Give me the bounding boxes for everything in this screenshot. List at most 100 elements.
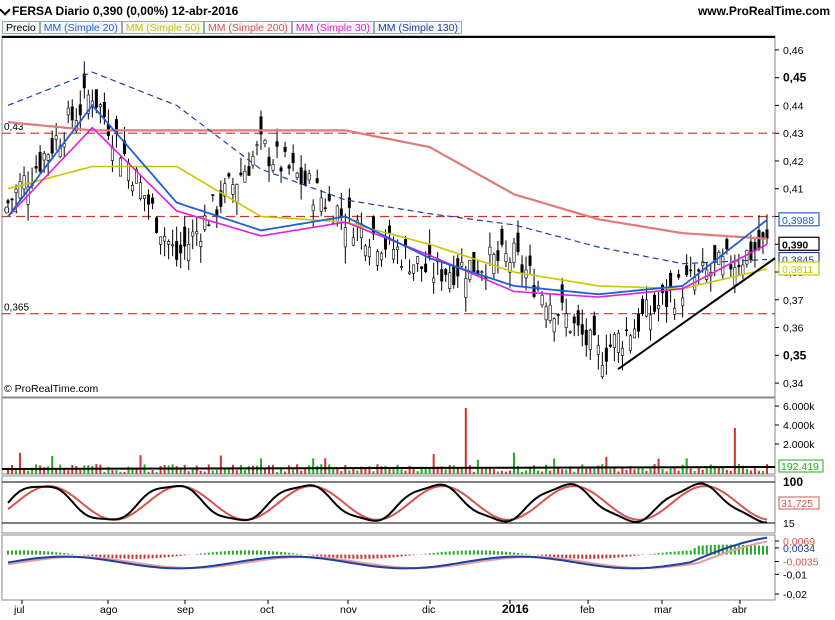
volume-bar (119, 471, 122, 474)
price-candle (303, 170, 307, 186)
macd-histogram-bar (251, 550, 254, 555)
volume-bar (573, 471, 576, 474)
volume-bar (705, 467, 708, 474)
volume-bar (203, 471, 206, 474)
macd-histogram-bar (665, 552, 668, 555)
price-candle (291, 152, 295, 163)
macd-histogram-bar (753, 545, 756, 555)
macd-histogram-bar (324, 554, 327, 557)
price-candle (18, 181, 22, 199)
volume-bar (131, 469, 134, 474)
price-candle (496, 250, 500, 261)
macd-histogram-bar (167, 554, 170, 558)
price-candle (327, 193, 331, 201)
macd-histogram-bar (47, 551, 50, 555)
price-candle (267, 156, 271, 167)
macd-histogram-bar (428, 553, 431, 555)
price-candle (171, 244, 175, 247)
price-candle (596, 345, 600, 355)
price-candle (416, 256, 420, 264)
volume-bar (585, 468, 588, 474)
macd-histogram-bar (296, 553, 299, 555)
macd-histogram-bar (255, 550, 258, 555)
volume-bar (721, 467, 724, 474)
macd-histogram-bar (649, 554, 652, 555)
macd-histogram-bar (312, 554, 315, 556)
price-candle (147, 194, 151, 205)
volume-bar (589, 468, 592, 474)
price-candle (102, 102, 106, 118)
volume-bar (673, 467, 676, 474)
macd-histogram-bar (247, 550, 250, 555)
macd-histogram-bar (31, 550, 34, 555)
macd-histogram-bar (701, 545, 704, 555)
macd-axis-label: -0,02 (783, 589, 807, 601)
price-axis-label: 0,37 (783, 295, 804, 307)
volume-bar (47, 466, 50, 474)
price-candle (757, 230, 761, 250)
macd-histogram-bar (155, 554, 158, 559)
volume-bar (372, 471, 375, 474)
price-candle (183, 226, 187, 247)
volume-bar (239, 464, 242, 474)
price-candle (379, 252, 383, 261)
volume-bar (155, 471, 158, 474)
macd-histogram-bar (147, 554, 150, 559)
volume-bar (51, 456, 54, 474)
macd-histogram-bar (364, 554, 367, 559)
price-candle (645, 299, 649, 317)
price-candle (649, 314, 653, 331)
price-candle (259, 116, 263, 135)
macd-histogram-bar (637, 554, 640, 556)
price-candle (548, 304, 552, 321)
price-candle (725, 238, 729, 250)
macd-histogram-bar (408, 554, 411, 556)
macd-histogram-bar (448, 551, 451, 555)
chart-canvas[interactable]: 0,460,450,440,430,420,410,400,390,380,37… (0, 0, 835, 620)
macd-histogram-bar (605, 554, 608, 559)
stoch-axis-label: 15 (783, 518, 795, 530)
price-candle (516, 232, 520, 253)
price-candle (624, 329, 628, 332)
price-candle (480, 271, 484, 273)
volume-bar (19, 452, 22, 474)
volume-bar (139, 455, 142, 474)
macd-histogram-bar (621, 554, 624, 558)
volume-bar (557, 468, 560, 474)
price-candle (468, 259, 472, 280)
price-candle (203, 215, 207, 230)
macd-histogram-bar (452, 551, 455, 555)
macd-histogram-bar (412, 554, 415, 556)
macd-histogram-bar (761, 545, 764, 555)
price-candle (231, 184, 235, 195)
price-candle (520, 264, 524, 273)
price-candle (440, 269, 444, 282)
price-candle (195, 231, 199, 235)
price-axis-label: 0,43 (783, 128, 804, 140)
macd-histogram-bar (19, 550, 22, 555)
price-candle (98, 104, 102, 108)
macd-histogram-bar (131, 554, 134, 559)
price-candle (636, 313, 640, 332)
price-candle (396, 246, 400, 251)
macd-histogram-bar (681, 550, 684, 555)
price-candle (432, 277, 436, 283)
volume-bar (689, 468, 692, 474)
macd-histogram-bar (328, 554, 331, 558)
volume-bar (645, 470, 648, 474)
price-candle (452, 265, 456, 285)
price-axis-label: 0,36 (783, 323, 804, 335)
macd-histogram-bar (276, 551, 279, 555)
price-candle (681, 297, 685, 307)
macd-histogram-bar (661, 552, 664, 555)
price-candle (263, 139, 267, 145)
price-candle (576, 310, 580, 326)
macd-axis-label: -0,0035 (783, 556, 819, 568)
macd-histogram-bar (609, 554, 612, 559)
macd-histogram-bar (525, 553, 528, 555)
copyright-text: © ProRealTime.com (4, 383, 99, 395)
volume-bar (621, 467, 624, 474)
volume-bar (432, 454, 435, 474)
macd-histogram-bar (633, 554, 636, 556)
price-candle (504, 253, 508, 262)
